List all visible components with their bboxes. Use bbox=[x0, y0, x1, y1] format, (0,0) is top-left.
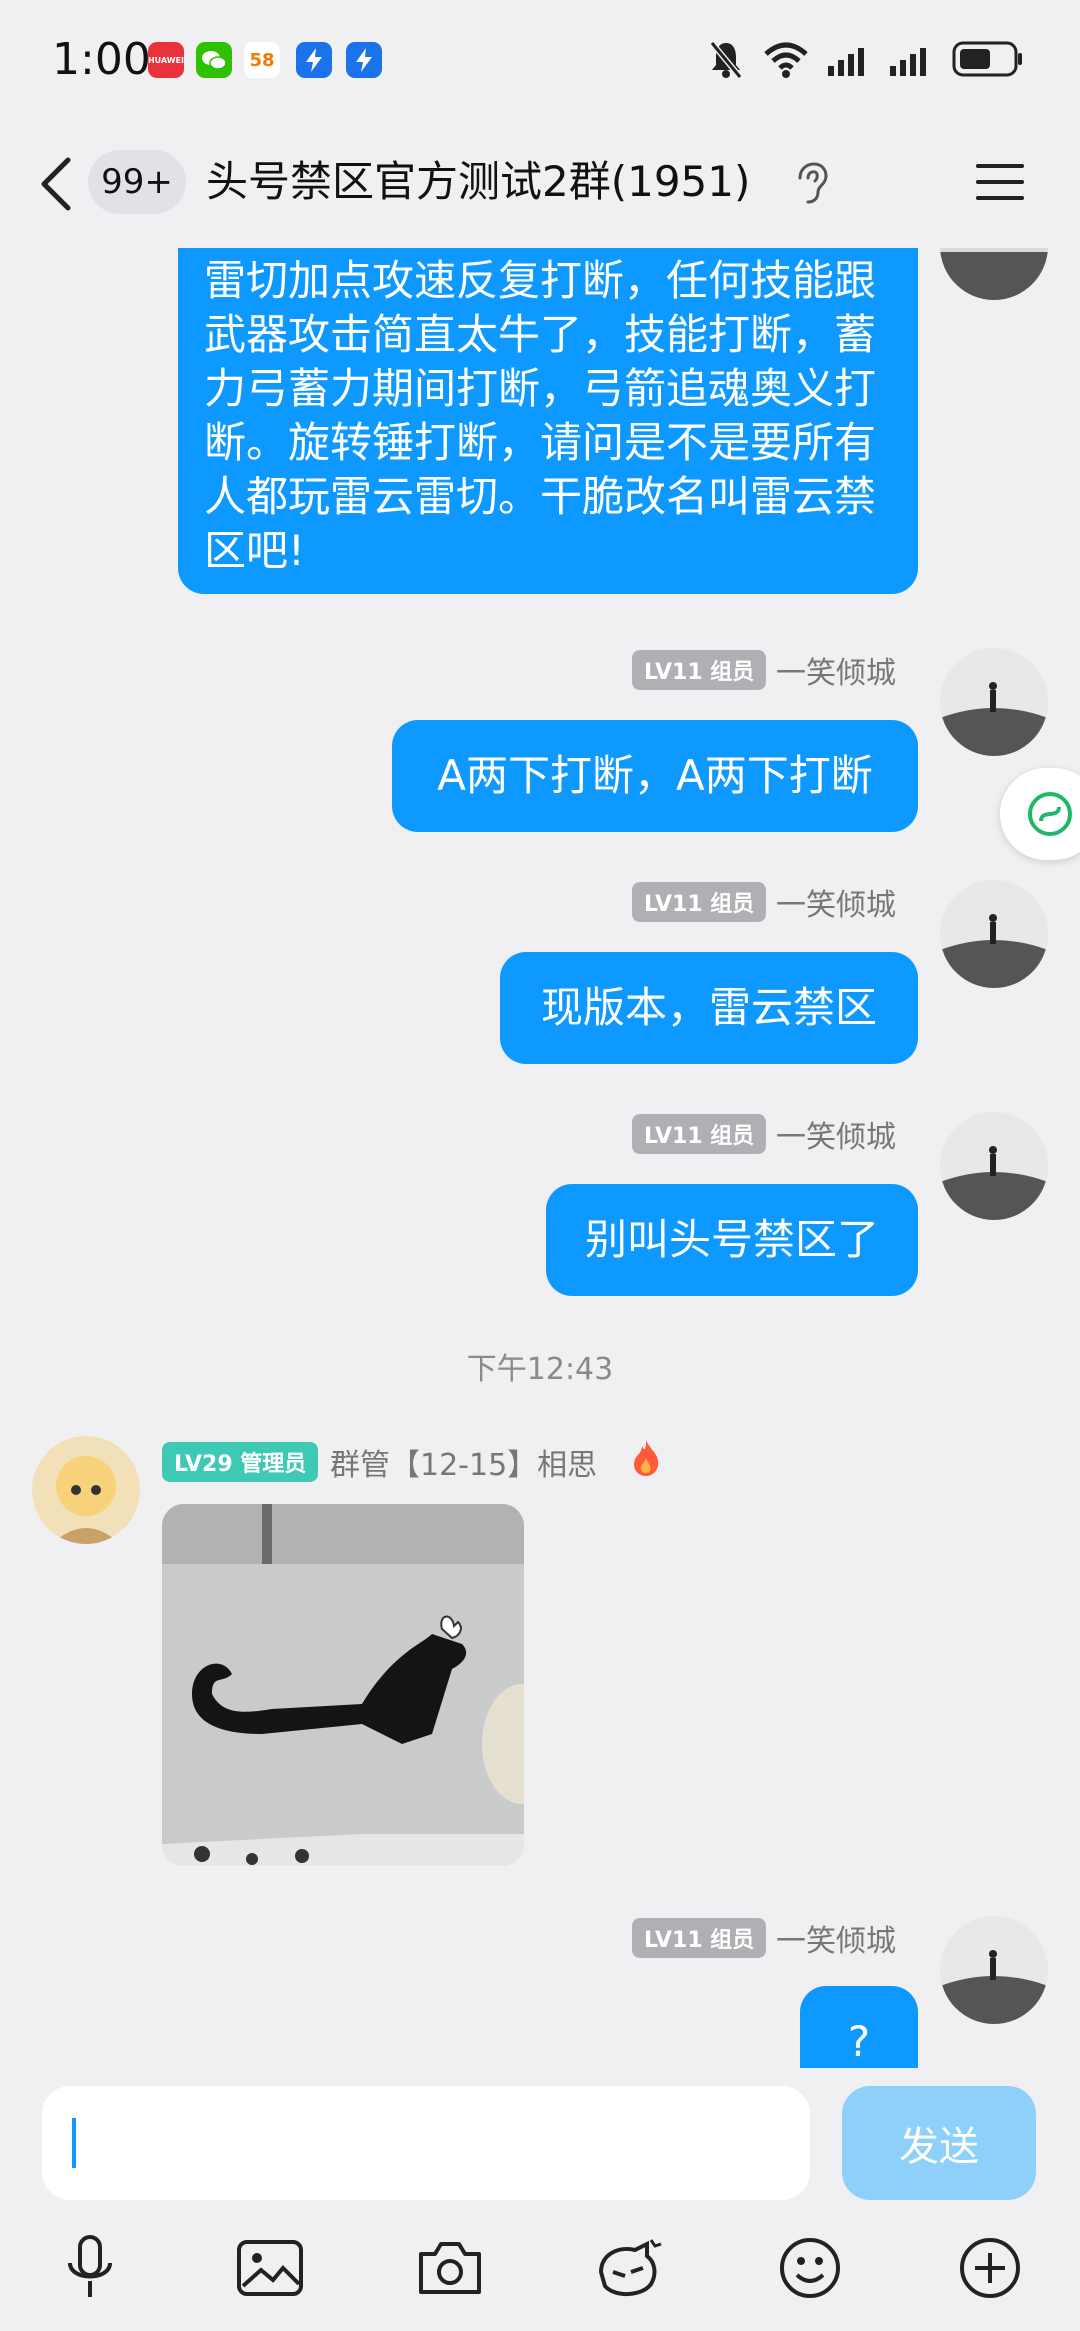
status-indicators bbox=[708, 38, 1024, 84]
app-58-text: 58 bbox=[249, 49, 275, 71]
sender-name[interactable]: 群管【12-15】相思 bbox=[330, 1440, 597, 1484]
chat-list[interactable]: 雷切加点攻速反复打断，任何技能跟武器攻击简直太牛了，技能打断，蓄力弓蓄力期间打断… bbox=[0, 248, 1080, 2068]
message-input[interactable] bbox=[42, 2086, 810, 2200]
mute-icon bbox=[708, 39, 744, 83]
message-text: 雷切加点攻速反复打断，任何技能跟武器攻击简直太牛了，技能打断，蓄力弓蓄力期间打断… bbox=[204, 256, 877, 575]
avatar[interactable] bbox=[940, 648, 1048, 756]
menu-icon[interactable] bbox=[972, 158, 1028, 206]
message-text: A两下打断，A两下打断 bbox=[437, 751, 873, 800]
message-bubble[interactable]: ? bbox=[800, 1986, 918, 2068]
sender-name[interactable]: 一笑倾城 bbox=[776, 1112, 896, 1156]
floating-helper-button[interactable] bbox=[1000, 768, 1080, 860]
wechat-icon bbox=[196, 42, 232, 78]
level-badge: LV11 组员 bbox=[632, 1114, 767, 1154]
message-bubble[interactable]: 现版本，雷云禁区 bbox=[500, 952, 918, 1064]
sender-name[interactable]: 一笑倾城 bbox=[776, 880, 896, 924]
avatar[interactable] bbox=[940, 1112, 1048, 1220]
signal-icon bbox=[890, 42, 934, 80]
signal-icon bbox=[828, 42, 872, 80]
image-icon[interactable] bbox=[230, 2228, 310, 2308]
level-badge: LV11 组员 bbox=[632, 650, 767, 690]
message-bubble[interactable]: 雷切加点攻速反复打断，任何技能跟武器攻击简直太牛了，技能打断，蓄力弓蓄力期间打断… bbox=[178, 248, 918, 594]
message-text: ? bbox=[847, 2017, 871, 2066]
level-badge: LV11 组员 bbox=[632, 882, 767, 922]
camera-icon[interactable] bbox=[410, 2228, 490, 2308]
message-text: 别叫头号禁区了 bbox=[584, 1215, 879, 1264]
avatar[interactable] bbox=[940, 880, 1048, 988]
text-caret bbox=[72, 2118, 76, 2168]
fire-icon bbox=[628, 1438, 664, 1482]
send-button[interactable]: 发送 bbox=[842, 2086, 1036, 2200]
ear-icon[interactable] bbox=[790, 160, 830, 206]
sender-name[interactable]: 一笑倾城 bbox=[776, 1916, 896, 1960]
back-icon[interactable] bbox=[36, 152, 76, 216]
wifi-icon bbox=[762, 40, 810, 82]
lightning-icon bbox=[346, 42, 382, 78]
battery-icon bbox=[952, 41, 1024, 81]
message-bubble[interactable]: 别叫头号禁区了 bbox=[546, 1184, 918, 1296]
status-bar: 1:00 HUAWEI 58 bbox=[0, 0, 1080, 120]
avatar[interactable] bbox=[940, 1916, 1048, 2024]
58-icon: 58 bbox=[244, 42, 280, 78]
avatar[interactable] bbox=[940, 248, 1048, 300]
huawei-icon-text: HUAWEI bbox=[147, 55, 185, 65]
message-bubble[interactable]: A两下打断，A两下打断 bbox=[392, 720, 918, 832]
plus-icon[interactable] bbox=[950, 2228, 1030, 2308]
huawei-icon: HUAWEI bbox=[148, 42, 184, 78]
level-badge: LV29 管理员 bbox=[162, 1442, 319, 1482]
status-time: 1:00 bbox=[52, 34, 151, 85]
lightning-icon bbox=[296, 42, 332, 78]
emoji-icon[interactable] bbox=[770, 2228, 850, 2308]
level-badge: LV11 组员 bbox=[632, 1918, 767, 1958]
avatar[interactable] bbox=[32, 1436, 140, 1544]
message-text: 现版本，雷云禁区 bbox=[540, 983, 877, 1032]
chat-title[interactable]: 头号禁区官方测试2群(1951) bbox=[206, 150, 750, 214]
chat-header: 99+ 头号禁区官方测试2群(1951) bbox=[0, 120, 1080, 248]
sender-name[interactable]: 一笑倾城 bbox=[776, 648, 896, 692]
timestamp: 下午12:43 bbox=[466, 1352, 614, 1387]
input-bar: 发送 bbox=[0, 2068, 1080, 2331]
unread-count-badge[interactable]: 99+ bbox=[88, 150, 186, 214]
sticker-icon[interactable] bbox=[590, 2228, 670, 2308]
mic-icon[interactable] bbox=[50, 2228, 130, 2308]
image-message[interactable] bbox=[162, 1504, 524, 1866]
